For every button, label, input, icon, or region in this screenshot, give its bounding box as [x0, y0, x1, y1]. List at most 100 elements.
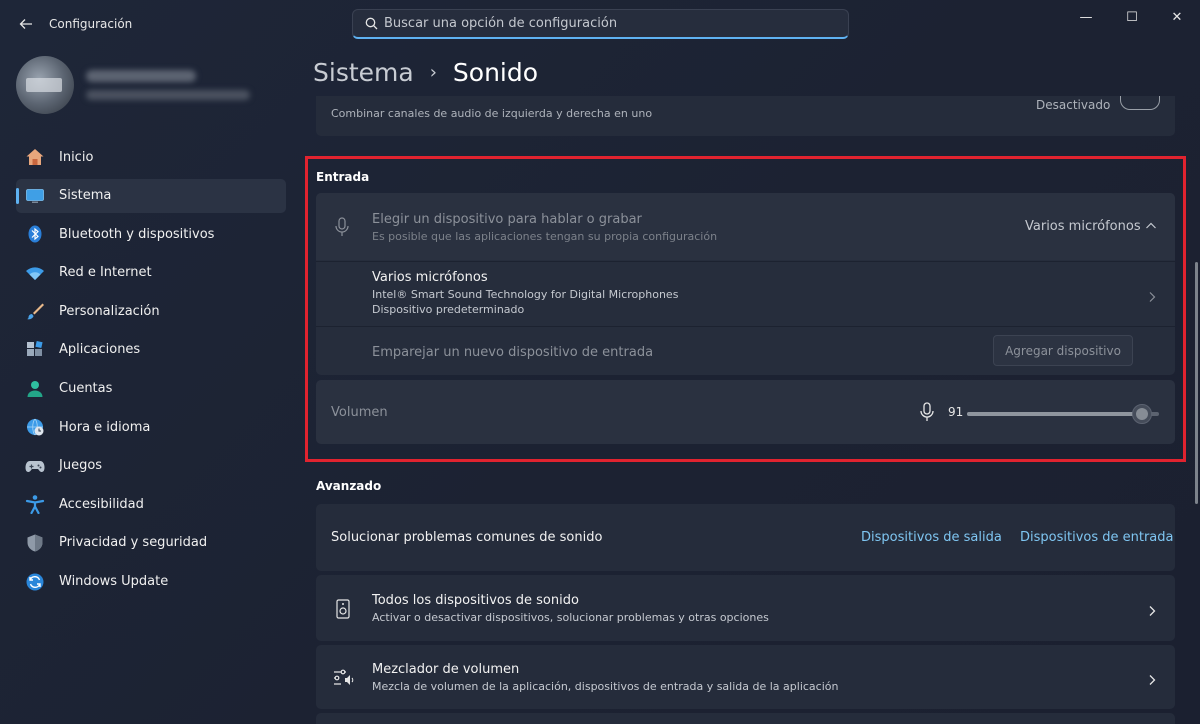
sidebar-item-inicio[interactable]: Inicio	[16, 140, 286, 174]
mono-audio-description: Combinar canales de audio de izquierda y…	[331, 107, 653, 120]
home-icon	[24, 146, 46, 168]
chevron-right-icon	[1147, 671, 1157, 690]
back-button[interactable]	[12, 10, 40, 38]
settings-window: Configuración — ☐ ✕ Inicio Sistema	[0, 0, 1200, 724]
troubleshoot-row: Solucionar problemas comunes de sonido D…	[316, 504, 1175, 571]
volume-slider-fill	[967, 412, 1142, 416]
page-title: Sonido	[452, 58, 539, 87]
all-devices-title: Todos los dispositivos de sonido	[372, 593, 579, 608]
sidebar-item-bluetooth[interactable]: Bluetooth y dispositivos	[16, 217, 286, 251]
sidebar-item-label: Personalización	[59, 303, 160, 319]
app-title: Configuración	[49, 17, 133, 31]
volume-label: Volumen	[331, 405, 388, 420]
chevron-right-icon	[1147, 288, 1157, 307]
chevron-up-icon[interactable]	[1145, 217, 1157, 236]
pair-input-device-row: Emparejar un nuevo dispositivo de entrad…	[316, 326, 1175, 375]
scrollbar[interactable]	[1195, 262, 1198, 504]
monitor-icon	[24, 185, 46, 207]
all-devices-subtitle: Activar o desactivar dispositivos, soluc…	[372, 611, 769, 624]
mixer-icon	[333, 668, 355, 692]
mixer-subtitle: Mezcla de volumen de la aplicación, disp…	[372, 680, 839, 693]
next-row-partial	[316, 713, 1175, 724]
mono-audio-state: Desactivado	[1036, 98, 1111, 112]
sidebar-item-label: Juegos	[59, 458, 103, 474]
choose-device-title: Elegir un dispositivo para hablar o grab…	[372, 212, 642, 227]
wifi-icon	[24, 262, 46, 284]
search-icon	[365, 17, 378, 30]
mixer-title: Mezclador de volumen	[372, 662, 520, 677]
bluetooth-icon	[24, 223, 46, 245]
sidebar-item-hora-idioma[interactable]: Hora e idioma	[16, 410, 286, 444]
chevron-right-icon	[1147, 602, 1157, 621]
minimize-icon: —	[1079, 9, 1093, 25]
breadcrumb: Sistema › Sonido	[313, 58, 538, 87]
volume-mixer-row[interactable]: Mezclador de volumen Mezcla de volumen d…	[316, 645, 1175, 709]
input-device-group: Elegir un dispositivo para hablar o grab…	[316, 193, 1175, 375]
globe-clock-icon	[24, 416, 46, 438]
maximize-icon: ☐	[1126, 9, 1138, 25]
sidebar-item-juegos[interactable]: Juegos	[16, 449, 286, 483]
troubleshoot-label: Solucionar problemas comunes de sonido	[331, 530, 603, 545]
sidebar-item-cuentas[interactable]: Cuentas	[16, 372, 286, 406]
sidebar-item-label: Aplicaciones	[59, 342, 141, 358]
sidebar-item-label: Sistema	[59, 188, 112, 204]
input-devices-link[interactable]: Dispositivos de entrada	[1020, 530, 1174, 545]
sidebar-item-aplicaciones[interactable]: Aplicaciones	[16, 333, 286, 367]
sidebar-item-label: Red e Internet	[59, 265, 152, 281]
all-sound-devices-row[interactable]: Todos los dispositivos de sonido Activar…	[316, 575, 1175, 641]
section-title-entrada: Entrada	[316, 170, 370, 184]
sidebar-item-red[interactable]: Red e Internet	[16, 256, 286, 290]
sidebar-item-accesibilidad[interactable]: Accesibilidad	[16, 487, 286, 521]
arrow-left-icon	[19, 19, 32, 29]
device-default-label: Dispositivo predeterminado	[372, 303, 525, 316]
brush-icon	[24, 300, 46, 322]
add-device-button[interactable]: Agregar dispositivo	[993, 335, 1133, 366]
apps-icon	[24, 339, 46, 361]
sidebar-item-label: Bluetooth y dispositivos	[59, 226, 215, 242]
mono-audio-row: Combinar canales de audio de izquierda y…	[316, 96, 1175, 136]
close-icon: ✕	[1171, 9, 1183, 25]
accessibility-icon	[24, 493, 46, 515]
choose-input-device-row[interactable]: Elegir un dispositivo para hablar o grab…	[316, 193, 1175, 260]
sidebar-item-privacidad[interactable]: Privacidad y seguridad	[16, 526, 286, 560]
chevron-right-icon: ›	[429, 62, 437, 83]
mono-audio-toggle[interactable]	[1120, 96, 1160, 110]
sidebar-item-personalizacion[interactable]: Personalización	[16, 294, 286, 328]
sidebar-item-label: Windows Update	[59, 574, 169, 590]
volume-slider-thumb[interactable]	[1132, 404, 1152, 424]
search-box[interactable]	[352, 9, 849, 39]
selected-input-device: Varios micrófonos	[1025, 219, 1141, 234]
sidebar-item-label: Cuentas	[59, 381, 113, 397]
volume-value: 91	[948, 405, 964, 419]
sidebar-nav: Inicio Sistema Bluetooth y dispositivos …	[16, 140, 286, 603]
minimize-button[interactable]: —	[1063, 0, 1109, 34]
gamepad-icon	[24, 455, 46, 477]
sidebar-item-windows-update[interactable]: Windows Update	[16, 565, 286, 599]
choose-device-subtitle: Es posible que las aplicaciones tengan s…	[372, 230, 718, 243]
update-icon	[24, 571, 46, 593]
device-name: Varios micrófonos	[372, 270, 488, 285]
title-bar: Configuración — ☐ ✕	[0, 0, 1200, 48]
sidebar-item-label: Inicio	[59, 149, 94, 165]
sidebar-item-label: Privacidad y seguridad	[59, 535, 208, 551]
volume-slider[interactable]	[967, 404, 1159, 424]
input-volume-row: Volumen 91	[316, 380, 1175, 444]
user-email-blurred	[86, 90, 250, 100]
maximize-button[interactable]: ☐	[1109, 0, 1155, 34]
shield-icon	[24, 532, 46, 554]
close-button[interactable]: ✕	[1154, 0, 1200, 34]
speaker-icon	[336, 599, 350, 623]
sidebar-item-label: Accesibilidad	[59, 496, 144, 512]
breadcrumb-parent[interactable]: Sistema	[313, 58, 414, 87]
device-description: Intel® Smart Sound Technology for Digita…	[372, 288, 679, 301]
avatar[interactable]	[16, 56, 74, 114]
sidebar-item-sistema[interactable]: Sistema	[16, 178, 286, 213]
search-input[interactable]	[384, 16, 824, 31]
pair-device-label: Emparejar un nuevo dispositivo de entrad…	[372, 345, 654, 360]
microphone-icon[interactable]	[920, 402, 934, 426]
output-devices-link[interactable]: Dispositivos de salida	[861, 530, 1002, 545]
microphone-icon	[334, 217, 350, 241]
sidebar-item-label: Hora e idioma	[59, 419, 151, 435]
user-name-blurred	[86, 70, 196, 82]
input-device-item[interactable]: Varios micrófonos Intel® Smart Sound Tec…	[316, 261, 1175, 325]
